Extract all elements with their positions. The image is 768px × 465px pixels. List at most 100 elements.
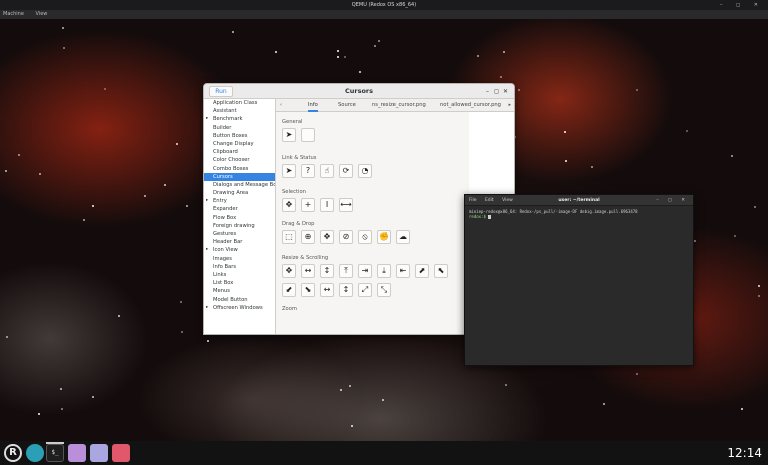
terminal-window-controls[interactable]: – ◻ ✕ [656, 195, 689, 206]
demo-list-item[interactable]: Change Display [204, 140, 275, 148]
cursor-button-icon[interactable]: ⤢ [358, 283, 372, 297]
demo-list-item[interactable]: Drawing Area [204, 189, 275, 197]
cursor-button-icon[interactable]: + [301, 198, 315, 212]
demo-list-item-label: Combo Boxes [213, 165, 249, 172]
cursor-button-icon[interactable]: I [320, 198, 334, 212]
cursor-button-icon[interactable]: ☁ [396, 230, 410, 244]
tabs-scroll-right-icon[interactable]: ▸ [508, 99, 511, 112]
run-button[interactable]: Run [209, 86, 233, 97]
demo-list-item[interactable]: Header Bar [204, 238, 275, 246]
cursor-button-icon[interactable]: ⬈ [415, 264, 429, 278]
terminal-menu-file[interactable]: File [469, 198, 477, 203]
tabs-scroll-left-icon[interactable]: ‹ [280, 99, 282, 112]
demo-list-item-label: Header Bar [213, 239, 243, 246]
cursor-button-icon[interactable]: ✥ [320, 230, 334, 244]
demo-list-item[interactable]: Expander [204, 205, 275, 213]
cursor-button-icon[interactable]: ➤ [282, 164, 296, 178]
expand-arrow-icon[interactable]: ▸ [206, 246, 208, 254]
demo-list-item[interactable]: Color Chooser [204, 156, 275, 164]
cursor-button-icon[interactable]: ⇥ [358, 264, 372, 278]
demo-list-item[interactable]: Menus [204, 287, 275, 295]
cursor-button-icon[interactable]: ? [301, 164, 315, 178]
demo-list-item[interactable]: Dialogs and Message Boxes [204, 181, 275, 189]
minimize-icon[interactable]: – [483, 84, 492, 99]
cursor-button-icon[interactable]: ⬋ [282, 283, 296, 297]
demo-list-item[interactable]: Cursors [204, 172, 275, 181]
cursor-button-icon[interactable]: ⬉ [434, 264, 448, 278]
cursor-button-icon[interactable]: ⬚ [282, 230, 296, 244]
cursor-button-icon[interactable]: ⤡ [377, 283, 391, 297]
cursor-button-icon[interactable]: ✥ [282, 198, 296, 212]
cursor-button-icon[interactable] [301, 128, 315, 142]
terminal-app-icon[interactable]: $_ [46, 444, 64, 462]
demo-list-item[interactable]: Button Boxes [204, 132, 275, 140]
tab-source[interactable]: Source [338, 99, 356, 112]
image-viewer-icon[interactable] [112, 444, 130, 462]
star [92, 396, 94, 398]
demo-list-item[interactable]: ▸ Icon View [204, 246, 275, 254]
menu-view[interactable]: View [36, 11, 48, 17]
cursor-button-icon[interactable]: ↕ [339, 283, 353, 297]
terminal-menu-view[interactable]: View [502, 198, 513, 203]
cursor-button-icon[interactable]: ➤ [282, 128, 296, 142]
demo-list-item[interactable]: Application Class [204, 99, 275, 107]
demo-list-item[interactable]: Foreign drawing [204, 222, 275, 230]
star [5, 170, 7, 172]
tab-info[interactable]: Info [308, 99, 318, 112]
demo-list[interactable]: Application Class Assistant ▸ Benchmark Buil… [204, 99, 276, 334]
cursor-button-icon[interactable]: ✊ [377, 230, 391, 244]
demo-list-item[interactable]: Images [204, 255, 275, 263]
expand-arrow-icon[interactable]: ▸ [206, 115, 208, 123]
cursor-button-icon[interactable]: ↔ [301, 264, 315, 278]
terminal-menu-edit[interactable]: Edit [485, 198, 494, 203]
redox-menu-logo-icon[interactable]: R [4, 444, 22, 462]
qemu-window-controls[interactable]: – ◻ ✕ [720, 0, 764, 10]
demo-list-item[interactable]: Model Button [204, 296, 275, 304]
text-editor-icon[interactable] [90, 444, 108, 462]
demo-list-item[interactable]: Combo Boxes [204, 165, 275, 173]
expand-arrow-icon[interactable]: ▸ [206, 197, 208, 205]
cursor-button-icon[interactable]: ◔ [358, 164, 372, 178]
demo-list-item[interactable]: List Box [204, 279, 275, 287]
cursor-button-icon[interactable]: ⊘ [339, 230, 353, 244]
cursor-button-icon[interactable]: ⦸ [358, 230, 372, 244]
star [505, 384, 507, 386]
star [591, 166, 593, 168]
demo-list-item[interactable]: Gestures [204, 230, 275, 238]
tab-not-allowed-cursor[interactable]: not_allowed_cursor.png [440, 99, 501, 112]
demo-list-item[interactable]: Assistant [204, 107, 275, 115]
close-icon[interactable]: ✕ [501, 84, 510, 99]
demo-list-item-label: Foreign drawing [213, 222, 255, 229]
cursor-button-icon[interactable]: ⟳ [339, 164, 353, 178]
tab-ns-resize-cursor[interactable]: ns_resize_cursor.png [372, 99, 426, 112]
file-manager-icon[interactable] [68, 444, 86, 462]
cursor-button-icon[interactable]: ⇤ [396, 264, 410, 278]
demo-list-item[interactable]: Links [204, 271, 275, 279]
maximize-icon[interactable]: ◻ [492, 84, 501, 99]
demo-list-item-label: Drawing Area [213, 190, 249, 197]
cursor-button-icon[interactable]: ⊕ [301, 230, 315, 244]
demo-list-item[interactable]: Info Bars [204, 263, 275, 271]
browser-icon[interactable] [26, 444, 44, 462]
star [39, 173, 41, 175]
demo-list-item[interactable]: Builder [204, 124, 275, 132]
cursor-button-icon[interactable]: ✥ [282, 264, 296, 278]
cursor-button-icon[interactable]: ↕ [320, 264, 334, 278]
star [382, 399, 384, 401]
cursor-button-icon[interactable]: ⟷ [339, 198, 353, 212]
demo-list-item[interactable]: ▸ Offscreen Windows [204, 304, 275, 312]
demo-list-item[interactable]: Clipboard [204, 148, 275, 156]
cursor-button-icon[interactable]: ☝ [320, 164, 334, 178]
cursor-button-icon[interactable]: ↔ [320, 283, 334, 297]
menu-machine[interactable]: Machine [3, 11, 24, 17]
demo-list-item[interactable]: Flow Box [204, 214, 275, 222]
expand-arrow-icon[interactable]: ▸ [206, 304, 208, 312]
cursor-button-icon[interactable]: ⬊ [301, 283, 315, 297]
cursor-button-icon[interactable]: ⤓ [377, 264, 391, 278]
star [176, 143, 178, 145]
section-selection: Selection [282, 189, 306, 195]
demo-list-item[interactable]: ▸ Entry [204, 197, 275, 205]
demo-list-item[interactable]: ▸ Benchmark [204, 115, 275, 123]
terminal-output[interactable]: miniep-redox@x86_64: Redox-/ps_pull/-ima… [469, 209, 689, 365]
cursor-button-icon[interactable]: ⤒ [339, 264, 353, 278]
